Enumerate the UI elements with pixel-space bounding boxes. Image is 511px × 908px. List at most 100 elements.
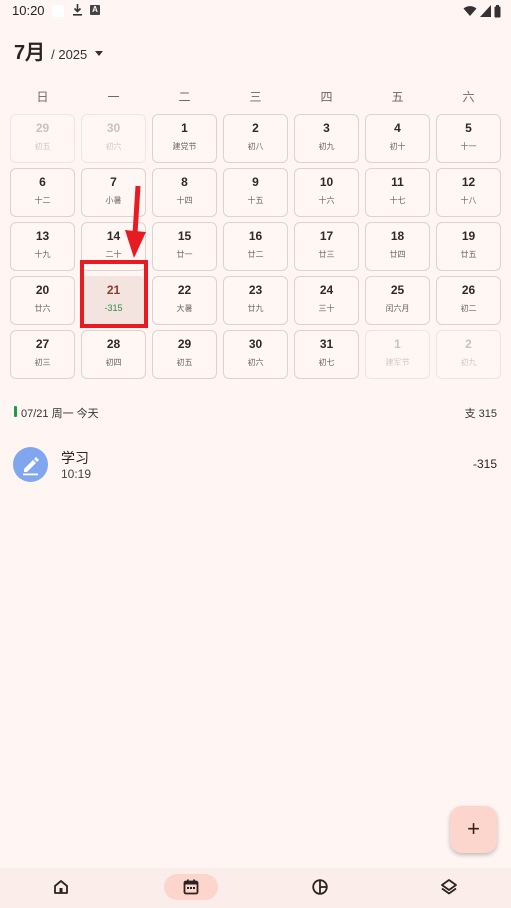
day-lunar-date: 初七 <box>318 358 335 367</box>
day-number: 12 <box>461 175 476 189</box>
day-number: 10 <box>319 175 334 189</box>
day-number: 30 <box>248 337 263 351</box>
calendar-day[interactable]: 16 廿二 <box>223 222 288 271</box>
day-number: 24 <box>319 283 334 297</box>
calendar-grid: 29 初五 30 初六 1 建党节 2 初八 3 初九 4 初十 5 十一 6 十二 7 小暑 8 十四 9 十五 10 十六… <box>10 114 507 379</box>
weekday-label: 一 <box>107 90 120 104</box>
day-lunar-date: 廿四 <box>389 250 406 259</box>
calendar-day[interactable]: 29 初五 <box>10 114 75 163</box>
layers-icon <box>441 879 457 895</box>
calendar-day[interactable]: 27 初三 <box>10 330 75 379</box>
day-lunar-date: 廿二 <box>247 250 264 259</box>
day-lunar-date: 初三 <box>34 358 51 367</box>
calendar-day[interactable]: 30 初六 <box>81 114 146 163</box>
calendar-day[interactable]: 18 廿四 <box>365 222 430 271</box>
nav-calendar[interactable] <box>164 874 218 900</box>
day-lunar-date: 十七 <box>389 196 406 205</box>
calendar-day[interactable]: 10 十六 <box>294 168 359 217</box>
day-number: 13 <box>35 229 50 243</box>
calendar-day[interactable]: 17 廿三 <box>294 222 359 271</box>
nav-statistics[interactable] <box>293 874 347 900</box>
day-lunar-date: 初九 <box>460 358 477 367</box>
calendar-day[interactable]: 20 廿六 <box>10 276 75 325</box>
day-lunar-date: 十五 <box>247 196 264 205</box>
calendar-icon <box>183 879 199 895</box>
day-lunar-date: 十四 <box>176 196 193 205</box>
day-number: 1 <box>394 337 401 351</box>
day-number: 19 <box>461 229 476 243</box>
calendar-day[interactable]: 22 大暑 <box>152 276 217 325</box>
summary-date: 07/21 周一 今天 <box>21 408 99 420</box>
calendar-day[interactable]: 2 初九 <box>436 330 501 379</box>
day-lunar-date: 初五 <box>176 358 193 367</box>
calendar-day[interactable]: 3 初九 <box>294 114 359 163</box>
wifi-icon <box>463 6 477 16</box>
day-number: 29 <box>177 337 192 351</box>
calendar-day[interactable]: 6 十二 <box>10 168 75 217</box>
signal-icon <box>480 5 491 17</box>
calendar-day[interactable]: 5 十一 <box>436 114 501 163</box>
day-lunar-date: 十一 <box>460 142 477 151</box>
day-number: 15 <box>177 229 192 243</box>
nav-more[interactable] <box>422 874 476 900</box>
calendar-day[interactable]: 1 建党节 <box>152 114 217 163</box>
battery-icon <box>494 4 501 17</box>
day-lunar-date: 初二 <box>460 304 477 313</box>
day-lunar-date: 建党节 <box>172 142 197 151</box>
calendar-day[interactable]: 1 建军节 <box>365 330 430 379</box>
day-lunar-date: 大暑 <box>176 304 193 313</box>
calendar-day[interactable]: 30 初六 <box>223 330 288 379</box>
weekday-label: 二 <box>178 90 191 104</box>
day-number: 18 <box>390 229 405 243</box>
home-icon <box>54 880 68 894</box>
status-time: 10:20 <box>12 3 45 18</box>
day-lunar-date: 十六 <box>318 196 335 205</box>
calendar-day[interactable]: 23 廿九 <box>223 276 288 325</box>
calendar-day[interactable]: 9 十五 <box>223 168 288 217</box>
dropdown-arrow-icon <box>95 51 104 56</box>
record-item[interactable]: 学习 10:19 -315 <box>13 446 497 484</box>
calendar-day[interactable]: 31 初七 <box>294 330 359 379</box>
day-number: 2 <box>465 337 472 351</box>
weekday-label: 日 <box>36 90 49 104</box>
calendar-day[interactable]: 25 闰六月 <box>365 276 430 325</box>
day-number: 27 <box>35 337 50 351</box>
month-selector[interactable]: 7月 / 2025 <box>14 36 104 64</box>
annotation-arrow-icon <box>125 185 146 258</box>
day-number: 23 <box>248 283 263 297</box>
day-lunar-date: 十八 <box>460 196 477 205</box>
record-title: 学习 <box>61 450 89 466</box>
calendar-day[interactable]: 12 十八 <box>436 168 501 217</box>
calendar-day[interactable]: 11 十七 <box>365 168 430 217</box>
day-lunar-date: 初五 <box>34 142 51 151</box>
day-number: 2 <box>252 121 259 135</box>
download-icon <box>73 4 82 16</box>
record-amount: -315 <box>472 457 497 471</box>
calendar-day[interactable]: 24 三十 <box>294 276 359 325</box>
day-number: 1 <box>181 121 188 135</box>
weekday-label: 六 <box>462 90 475 104</box>
bottom-navigation <box>0 868 511 908</box>
calendar-day[interactable]: 8 十四 <box>152 168 217 217</box>
day-lunar-date: 廿五 <box>460 250 477 259</box>
nav-home[interactable] <box>34 874 88 900</box>
calendar-day[interactable]: 26 初二 <box>436 276 501 325</box>
day-number: 8 <box>181 175 188 189</box>
summary-indicator <box>14 406 17 417</box>
day-lunar-date: 廿一 <box>176 250 193 259</box>
add-record-button[interactable]: + <box>450 806 497 853</box>
day-lunar-date: 廿六 <box>34 304 51 313</box>
day-lunar-date: 初九 <box>318 142 335 151</box>
calendar-day[interactable]: 29 初五 <box>152 330 217 379</box>
day-summary: 07/21 周一 今天 支 315 <box>14 404 497 420</box>
calendar-day[interactable]: 15 廿一 <box>152 222 217 271</box>
calendar-day[interactable]: 28 初四 <box>81 330 146 379</box>
calendar-day[interactable]: 19 廿五 <box>436 222 501 271</box>
calendar-day[interactable]: 2 初八 <box>223 114 288 163</box>
calendar-day[interactable]: 13 十九 <box>10 222 75 271</box>
annotation-highlight-box <box>80 260 148 328</box>
weekday-label: 四 <box>320 90 333 104</box>
day-number: 29 <box>35 121 50 135</box>
day-number: 20 <box>35 283 50 297</box>
calendar-day[interactable]: 4 初十 <box>365 114 430 163</box>
